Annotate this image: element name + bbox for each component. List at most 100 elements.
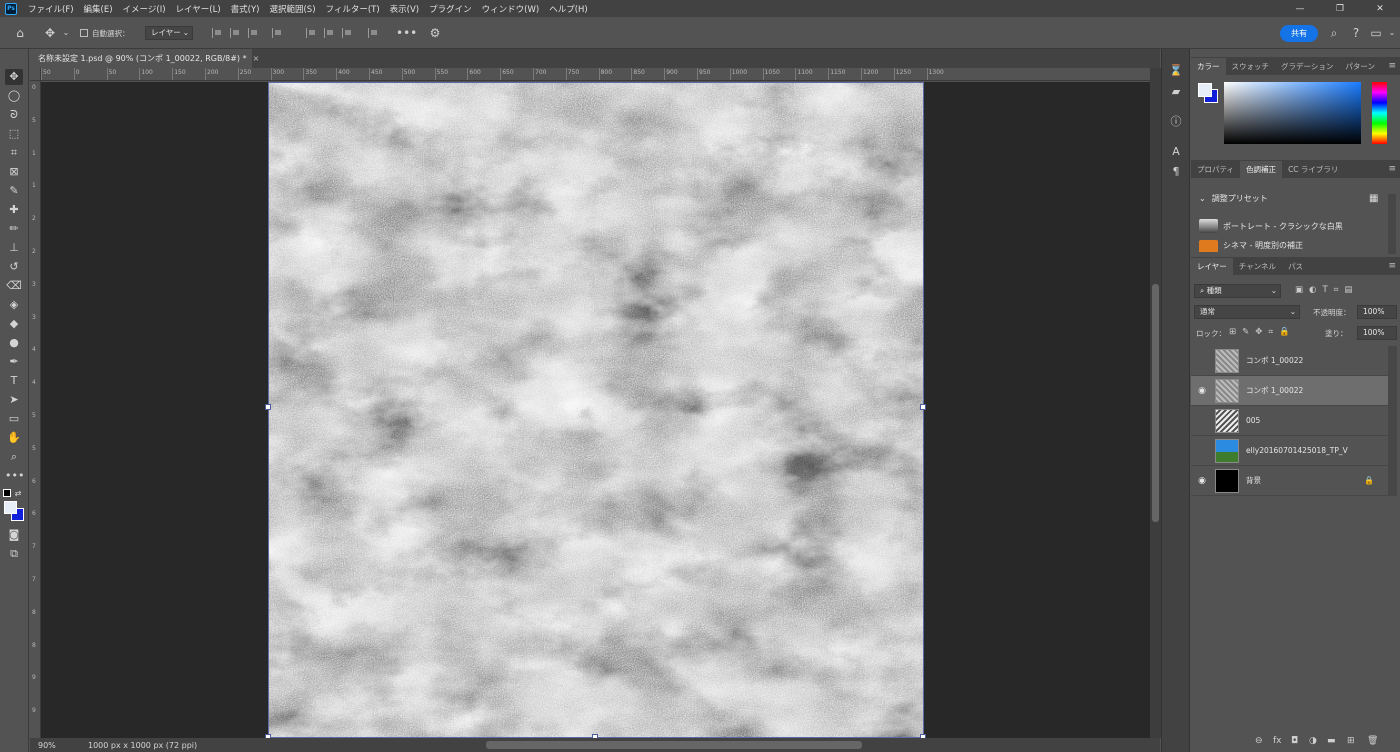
tab-properties[interactable]: プロパティ: [1191, 161, 1240, 178]
delete-layer-icon[interactable]: 🗑: [1367, 736, 1378, 746]
menu-item[interactable]: 表示(V): [385, 3, 424, 15]
distribute-vertical-icon[interactable]: [368, 28, 378, 38]
preset-item[interactable]: シネマ - 明度別の補正: [1199, 240, 1303, 252]
frame-tool-icon[interactable]: ⊠: [5, 164, 23, 180]
blur-tool-icon[interactable]: ◆: [5, 316, 23, 332]
preset-section-header[interactable]: ⌄ 調整プリセット: [1199, 188, 1268, 208]
layer-row[interactable]: elly20160701425018_TP_V: [1191, 436, 1388, 466]
tab-patterns[interactable]: パターン: [1339, 58, 1381, 75]
scroll-thumb[interactable]: [1152, 284, 1159, 522]
menu-item[interactable]: 編集(E): [79, 3, 118, 15]
auto-select-checkbox[interactable]: [80, 29, 88, 37]
pen-tool-icon[interactable]: ✒: [5, 354, 23, 370]
paint-bucket-icon[interactable]: ◈: [5, 297, 23, 313]
restore-button[interactable]: ❐: [1320, 0, 1360, 17]
layer-row[interactable]: 005: [1191, 406, 1388, 436]
more-tools-icon[interactable]: •••: [5, 468, 24, 484]
foreground-color-swatch[interactable]: [4, 501, 17, 514]
foreground-color-swatch[interactable]: [1198, 83, 1212, 97]
dodge-tool-icon[interactable]: ●: [5, 335, 23, 351]
preset-item[interactable]: ポートレート - クラシックな白黒: [1199, 216, 1343, 236]
stamp-tool-icon[interactable]: ⊥: [5, 240, 23, 256]
hand-tool-icon[interactable]: ✋: [5, 430, 23, 446]
crop-tool-icon[interactable]: ⌗: [5, 145, 23, 161]
menu-item[interactable]: プラグイン: [424, 3, 477, 15]
lock-icons[interactable]: ⊞✎✥⌗🔒: [1229, 327, 1296, 337]
tab-channels[interactable]: チャンネル: [1233, 258, 1282, 275]
opacity-input[interactable]: 100%: [1357, 305, 1397, 319]
lasso-tool-icon[interactable]: ᘐ: [5, 107, 23, 123]
fill-input[interactable]: 100%: [1357, 326, 1397, 340]
character-icon[interactable]: A: [1168, 144, 1184, 160]
more-options-icon[interactable]: •••: [396, 25, 417, 41]
gear-icon[interactable]: ⚙: [427, 25, 443, 41]
move-tool-icon[interactable]: ✥: [5, 69, 23, 85]
minimize-button[interactable]: —: [1280, 0, 1320, 17]
close-window-button[interactable]: ✕: [1360, 0, 1400, 17]
transform-handle[interactable]: [920, 404, 926, 410]
brush-tool-icon[interactable]: ✏: [5, 221, 23, 237]
tab-paths[interactable]: パス: [1282, 258, 1309, 275]
adjustments-scrollbar[interactable]: [1388, 194, 1396, 254]
info-icon[interactable]: ⓘ: [1168, 114, 1184, 130]
menu-item[interactable]: 選択範囲(S): [264, 3, 320, 15]
quick-mask-icon[interactable]: ◙: [5, 527, 23, 543]
auto-select-dropdown[interactable]: レイヤー ⌄: [145, 26, 193, 40]
move-tool-icon[interactable]: ✥: [42, 25, 58, 41]
zoom-level[interactable]: 90%: [38, 741, 74, 750]
menu-item[interactable]: 書式(Y): [226, 3, 265, 15]
help-icon[interactable]: ?: [1348, 25, 1364, 41]
grid-view-icon[interactable]: ▦: [1369, 193, 1378, 204]
default-colors-icon[interactable]: [3, 489, 11, 497]
chevron-down-icon[interactable]: ⌄: [58, 25, 74, 41]
align-right-icon[interactable]: [248, 28, 258, 38]
eraser-tool-icon[interactable]: ⌫: [5, 278, 23, 294]
menu-item[interactable]: ヘルプ(H): [544, 3, 593, 15]
link-layers-icon[interactable]: ⊖: [1255, 736, 1263, 746]
share-button[interactable]: 共有: [1280, 25, 1318, 42]
healing-brush-icon[interactable]: ✚: [5, 202, 23, 218]
blend-mode-dropdown[interactable]: 通常 ⌄: [1194, 305, 1300, 319]
adjustment-layer-icon[interactable]: ◑: [1309, 736, 1317, 746]
history-brush-icon[interactable]: ↺: [5, 259, 23, 275]
canvas-workspace[interactable]: [41, 82, 1150, 738]
object-selection-icon[interactable]: ⬚: [5, 126, 23, 142]
new-layer-icon[interactable]: ⊞: [1347, 736, 1355, 746]
menu-item[interactable]: レイヤー(L): [171, 3, 226, 15]
add-mask-icon[interactable]: ◘: [1291, 736, 1298, 746]
menu-item[interactable]: ファイル(F): [23, 3, 79, 15]
eyedropper-tool-icon[interactable]: ✎: [5, 183, 23, 199]
panel-menu-icon[interactable]: ≡: [1388, 261, 1396, 271]
distribute-icon[interactable]: [272, 28, 282, 38]
chevron-down-icon[interactable]: ⌄: [1384, 25, 1400, 41]
color-picker-field[interactable]: [1224, 82, 1361, 144]
tab-swatches[interactable]: スウォッチ: [1226, 58, 1276, 75]
layer-row[interactable]: コンポ 1_00022: [1191, 346, 1388, 376]
home-icon[interactable]: ⌂: [12, 25, 28, 41]
layer-filter-dropdown[interactable]: ⌕ 種類 ⌄: [1194, 284, 1281, 298]
menu-item[interactable]: フィルター(T): [321, 3, 385, 15]
horizontal-scroll-thumb[interactable]: [486, 741, 862, 749]
vertical-scrollbar[interactable]: [1150, 68, 1161, 738]
zoom-tool-icon[interactable]: ⌕: [5, 449, 23, 465]
layer-filter-icons[interactable]: ▣◐T⌗▤: [1295, 285, 1358, 295]
fx-icon[interactable]: fx: [1273, 736, 1282, 746]
paragraph-icon[interactable]: ¶: [1168, 164, 1184, 180]
rectangle-tool-icon[interactable]: ▭: [5, 411, 23, 427]
hue-slider[interactable]: [1372, 82, 1387, 144]
menu-item[interactable]: ウィンドウ(W): [477, 3, 545, 15]
panel-menu-icon[interactable]: ≡: [1388, 61, 1396, 71]
document-tab[interactable]: 名称未設定 1.psd @ 90% (コンポ 1_00022, RGB/8#) …: [30, 49, 259, 68]
search-icon[interactable]: ⌕: [1326, 25, 1342, 41]
history-icon[interactable]: ⌛: [1168, 63, 1184, 79]
eye-icon[interactable]: ◉: [1191, 386, 1213, 396]
close-tab-icon[interactable]: ×: [253, 54, 260, 63]
screen-mode-icon[interactable]: ⧉: [5, 546, 23, 562]
comment-icon[interactable]: ▰: [1168, 84, 1184, 100]
tab-color[interactable]: カラー: [1191, 58, 1226, 75]
workspace-icon[interactable]: ▭: [1368, 25, 1384, 41]
align-middle-icon[interactable]: [324, 28, 334, 38]
align-left-icon[interactable]: [212, 28, 222, 38]
eye-icon[interactable]: ◉: [1191, 476, 1213, 486]
align-bottom-icon[interactable]: [342, 28, 352, 38]
